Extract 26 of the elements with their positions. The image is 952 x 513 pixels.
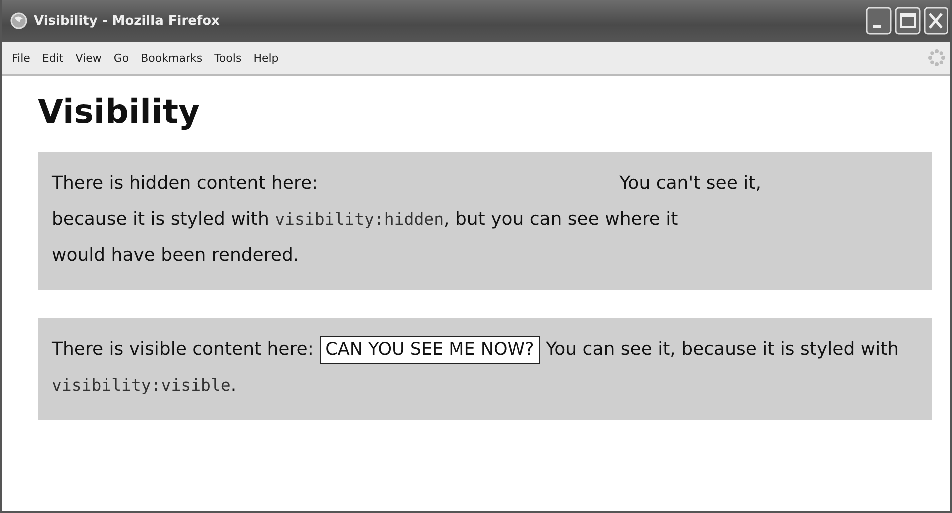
menu-item[interactable]: View xyxy=(70,50,108,66)
window-title: Visibility - Mozilla Firefox xyxy=(34,14,221,28)
close-icon[interactable] xyxy=(924,7,948,35)
menu-item[interactable]: Tools xyxy=(208,50,248,66)
browser-logo-icon xyxy=(10,12,28,30)
minimize-icon[interactable] xyxy=(866,7,892,35)
code-text: visibility:hidden xyxy=(275,210,444,229)
maximize-icon[interactable] xyxy=(895,7,921,35)
visible-content-box: CAN YOU SEE ME NOW? xyxy=(320,336,540,364)
paragraph-text: because it is styled with xyxy=(682,339,900,360)
menu-item[interactable]: File xyxy=(6,50,36,66)
menu-item[interactable]: Bookmarks xyxy=(135,50,209,66)
paragraph-text: would have been rendered. xyxy=(52,245,300,266)
menu-item[interactable]: Go xyxy=(108,50,136,66)
page-heading: Visibility xyxy=(38,91,202,133)
paragraph-text: There is visible content here: xyxy=(52,339,314,360)
paragraph-text: , but you can see where it xyxy=(444,209,678,230)
loading-spinner-icon xyxy=(928,49,946,67)
paragraph-text: . xyxy=(230,375,237,396)
menu-item[interactable]: Help xyxy=(248,50,285,66)
paragraph-text: There is hidden content here: xyxy=(52,173,318,194)
paragraph-text: You can't see it, xyxy=(620,173,762,194)
paragraph-text: because it is styled with xyxy=(52,209,270,230)
menu-item[interactable]: Edit xyxy=(36,50,70,66)
paragraph-text: You can see it, xyxy=(546,339,676,360)
code-text: visibility:visible xyxy=(52,376,231,395)
